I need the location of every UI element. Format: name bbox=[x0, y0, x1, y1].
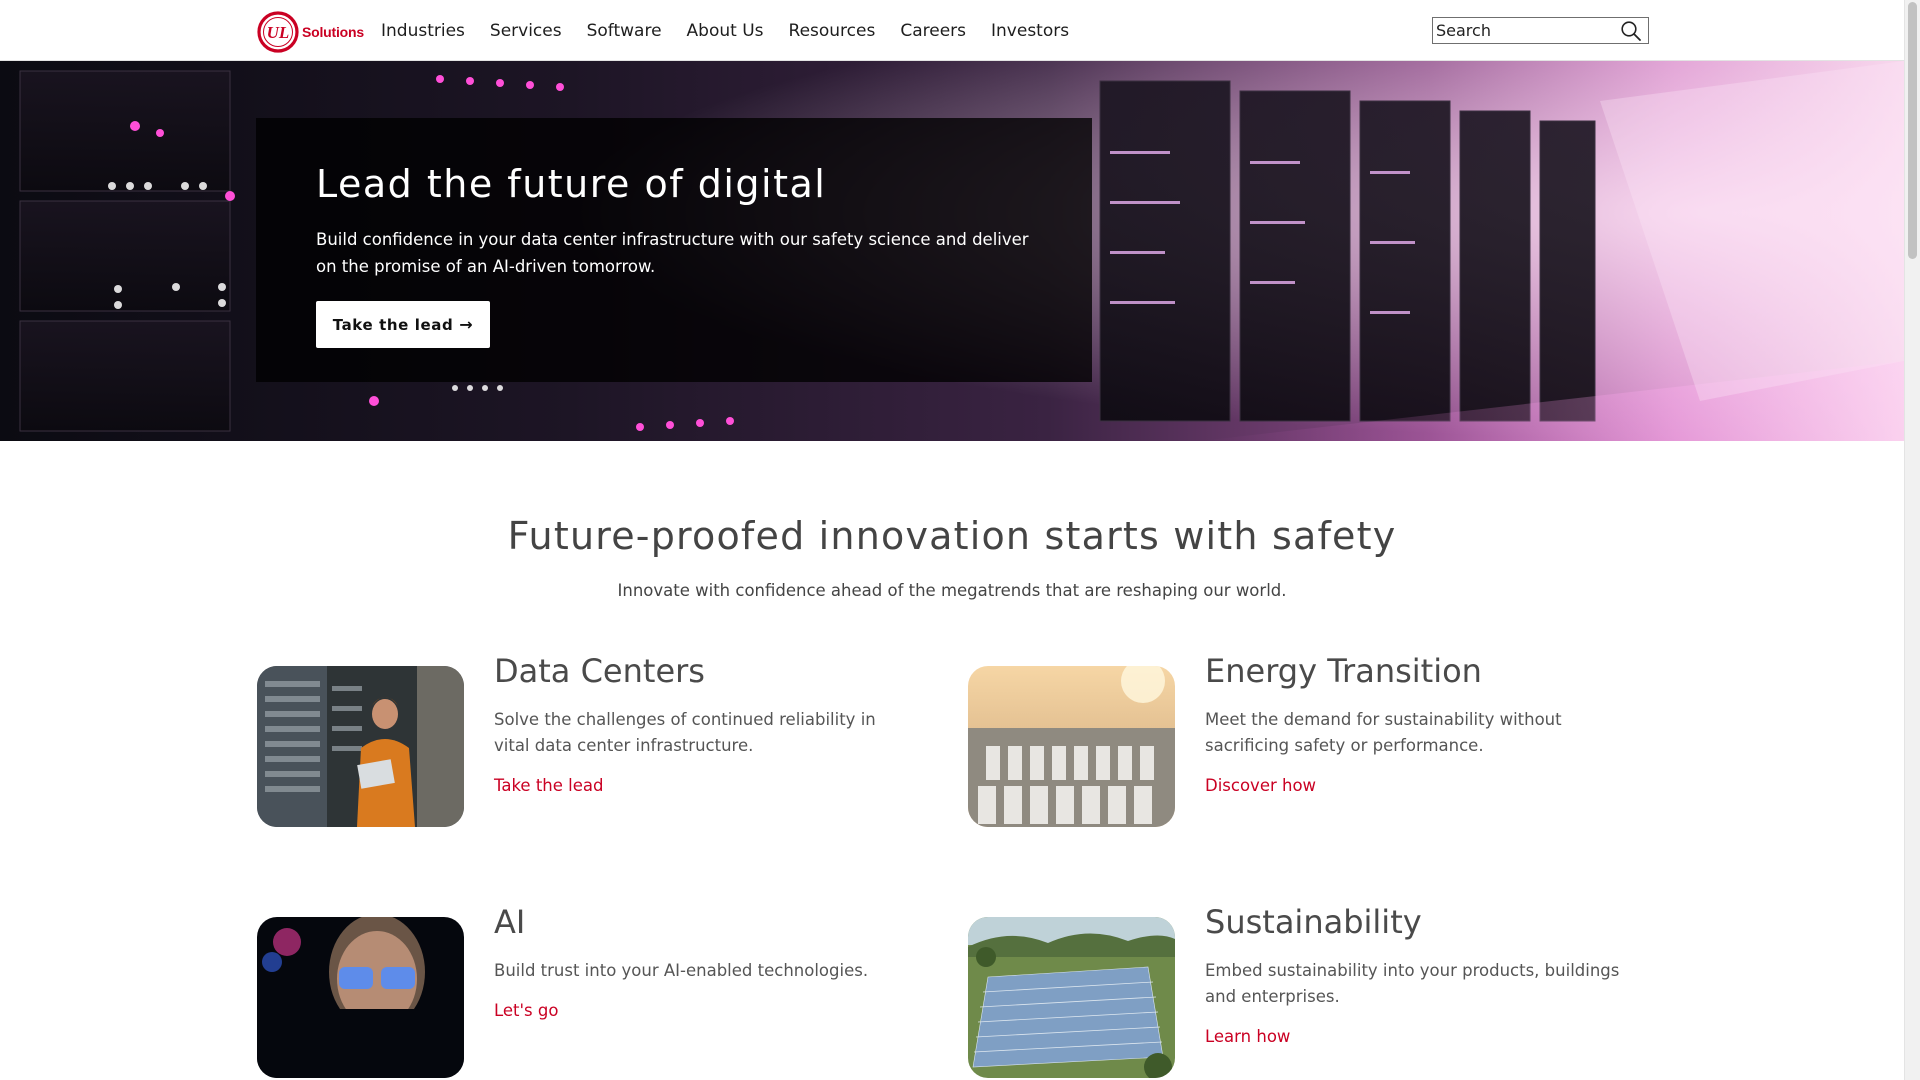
search-icon[interactable] bbox=[1620, 20, 1642, 42]
person-with-glasses-photo bbox=[257, 917, 464, 1078]
search-input[interactable] bbox=[1433, 18, 1613, 43]
hero-card: Lead the future of digital Build confide… bbox=[256, 118, 1092, 382]
card-description: Meet the demand for sustainability witho… bbox=[1205, 710, 1562, 755]
lets-go-link[interactable]: Let's go bbox=[494, 1001, 558, 1020]
search-box bbox=[1432, 17, 1649, 44]
main-nav: Industries Services Software About Us Re… bbox=[381, 0, 1094, 61]
card-description: Build trust into your AI-enabled technol… bbox=[494, 961, 869, 980]
section-subtitle: Innovate with confidence ahead of the me… bbox=[617, 581, 1287, 600]
nav-item-careers[interactable]: Careers bbox=[900, 21, 966, 41]
card-title: AI bbox=[494, 903, 526, 941]
nav-item-about-us[interactable]: About Us bbox=[687, 21, 764, 41]
site-header: UL Solutions Industries Services Softwar… bbox=[0, 0, 1904, 61]
scrollbar-thumb[interactable] bbox=[1908, 2, 1917, 259]
section-title: Future-proofed innovation starts with sa… bbox=[507, 514, 1397, 558]
card-title: Data Centers bbox=[494, 652, 705, 690]
ul-logo-icon: UL bbox=[257, 11, 299, 53]
take-the-lead-button[interactable]: Take the lead → bbox=[316, 301, 490, 348]
hero-banner: Lead the future of digital Build confide… bbox=[0, 61, 1904, 441]
ul-solutions-logo[interactable]: UL Solutions bbox=[257, 11, 364, 53]
hero-button-label: Take the lead bbox=[332, 315, 454, 334]
take-the-lead-link[interactable]: Take the lead bbox=[494, 776, 603, 795]
nav-item-investors[interactable]: Investors bbox=[991, 21, 1069, 41]
nav-item-services[interactable]: Services bbox=[490, 21, 562, 41]
nav-item-software[interactable]: Software bbox=[587, 21, 662, 41]
nav-item-resources[interactable]: Resources bbox=[789, 21, 876, 41]
page-scrollbar[interactable] bbox=[1904, 0, 1920, 1080]
card-title: Sustainability bbox=[1205, 903, 1422, 941]
hero-title: Lead the future of digital bbox=[316, 162, 827, 206]
svg-text:UL: UL bbox=[267, 23, 290, 42]
solar-farm-photo bbox=[968, 917, 1175, 1078]
hero-description: Build confidence in your data center inf… bbox=[316, 230, 1029, 276]
logo-text: Solutions bbox=[302, 24, 364, 40]
arrow-right-icon: → bbox=[459, 315, 474, 334]
discover-how-link[interactable]: Discover how bbox=[1205, 776, 1316, 795]
learn-how-link[interactable]: Learn how bbox=[1205, 1027, 1290, 1046]
card-description: Embed sustainability into your products,… bbox=[1205, 961, 1620, 1006]
nav-item-industries[interactable]: Industries bbox=[381, 21, 465, 41]
card-description: Solve the challenges of continued reliab… bbox=[494, 710, 876, 755]
data-center-technician-photo bbox=[257, 666, 464, 827]
battery-storage-facility-photo bbox=[968, 666, 1175, 827]
card-title: Energy Transition bbox=[1205, 652, 1482, 690]
